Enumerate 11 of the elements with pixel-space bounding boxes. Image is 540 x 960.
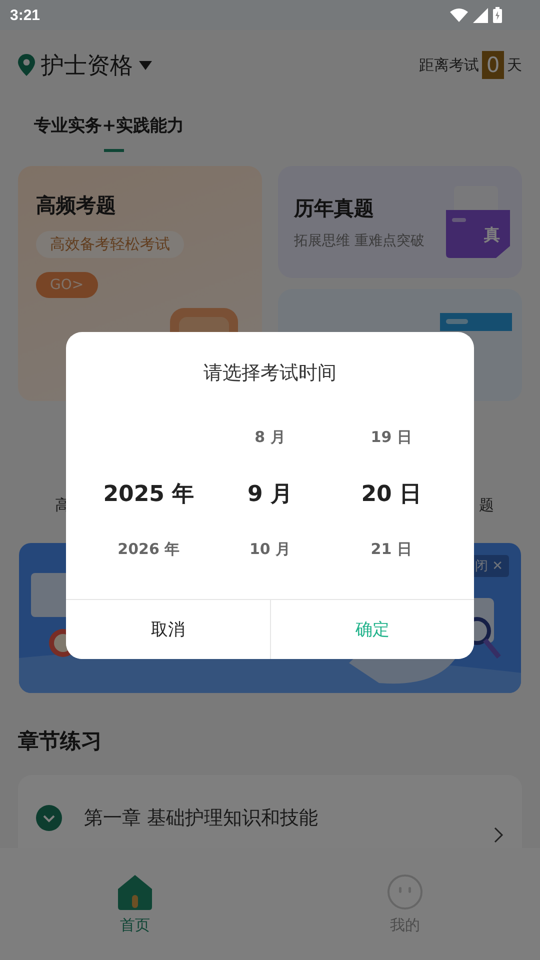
countdown-label: 距离考试 xyxy=(419,56,479,74)
countdown-days: 0 xyxy=(482,51,504,79)
box-label: 真 xyxy=(484,225,500,246)
chapter-title: 第一章 基础护理知识和技能 xyxy=(84,806,318,831)
status-time: 3:21 xyxy=(10,6,40,24)
countdown-unit: 天 xyxy=(507,56,522,74)
card-title: 历年真题 xyxy=(294,194,375,222)
card-title: 高频考题 xyxy=(36,192,116,219)
section-title: 章节练习 xyxy=(17,728,103,755)
card-tag: 高效备考轻松考试 xyxy=(36,231,184,258)
card-subtitle: 拓展思维 重难点突破 xyxy=(294,232,424,250)
